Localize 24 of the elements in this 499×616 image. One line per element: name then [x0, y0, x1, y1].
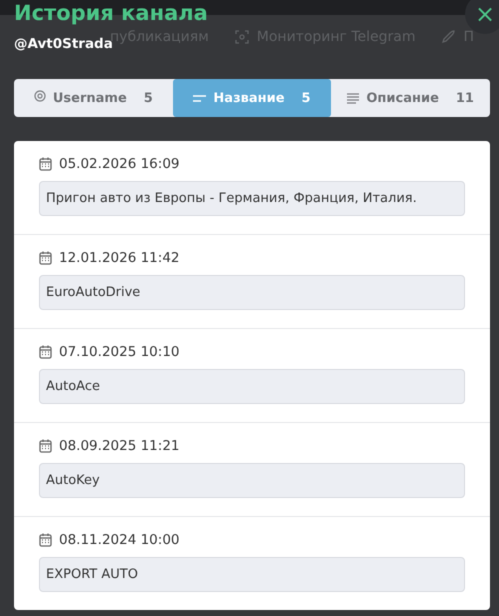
modal-title: История канала [14, 0, 208, 27]
calendar-icon [39, 251, 52, 265]
calendar-icon [39, 533, 52, 547]
scan-icon [234, 30, 249, 44]
tab[interactable]: Описание 11 [331, 79, 490, 117]
entry-date: 08.09.2025 11:21 [59, 438, 180, 454]
value-field: EXPORT AUTO [39, 557, 465, 592]
tab[interactable]: Название 5 [172, 79, 332, 117]
entry-date: 07.10.2025 10:10 [59, 344, 180, 360]
value-field: AutoAce [39, 369, 465, 404]
entry-date: 05.02.2026 16:09 [59, 156, 180, 172]
calendar-icon [39, 157, 52, 171]
entry-date: 08.11.2024 10:00 [59, 532, 180, 548]
channel-handle: @Avt0Strada [14, 36, 113, 52]
calendar-icon [39, 439, 52, 453]
value-field: Пригон авто из Европы - Германия, Франция, Италия. [39, 181, 465, 216]
entry-date: 12.01.2026 11:42 [59, 250, 180, 266]
close-button[interactable]: × [465, 0, 499, 34]
tab[interactable]: Username 5 [14, 79, 173, 117]
paragraph-icon [347, 92, 360, 104]
lines-icon [193, 94, 206, 102]
value-field: EuroAutoDrive [39, 275, 465, 310]
calendar-icon [39, 345, 52, 359]
value-field: AutoKey [39, 463, 465, 498]
